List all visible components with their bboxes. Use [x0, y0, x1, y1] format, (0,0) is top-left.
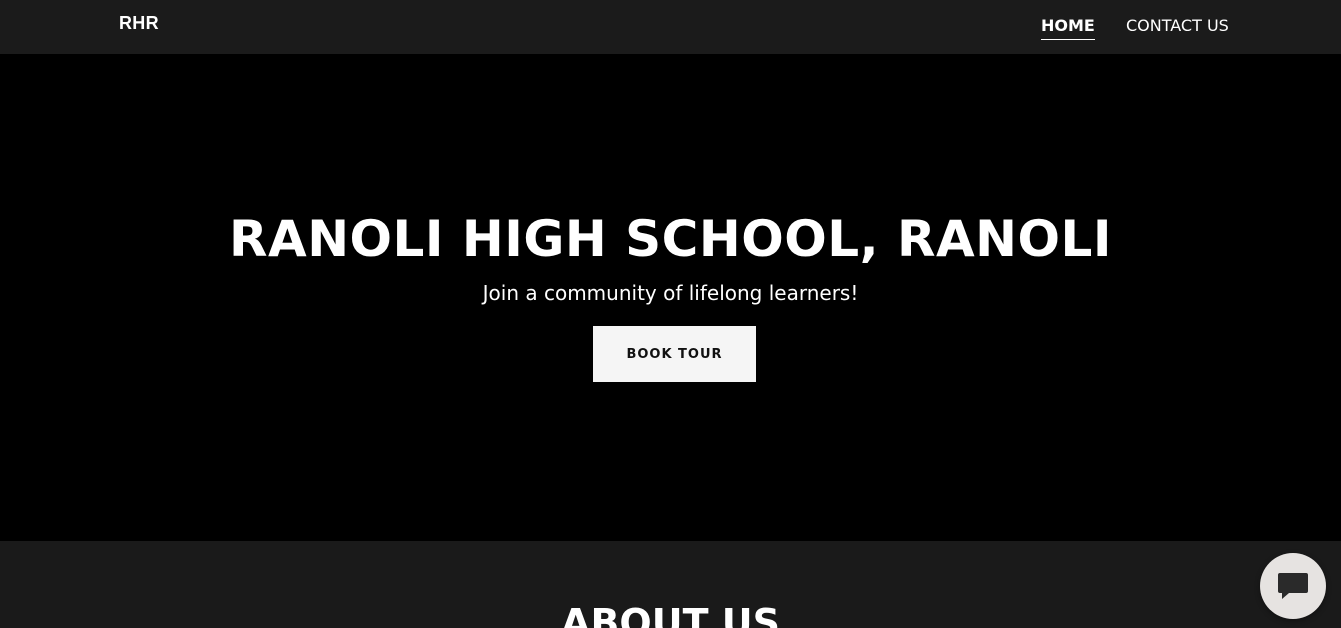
chat-bubble-icon [1278, 573, 1308, 599]
site-logo[interactable]: RHR [119, 13, 159, 34]
nav-link-home[interactable]: HOME [1041, 16, 1095, 40]
hero-section: RANOLI HIGH SCHOOL, RANOLI Join a commun… [0, 54, 1341, 541]
hero-title: RANOLI HIGH SCHOOL, RANOLI [229, 210, 1112, 268]
nav-link-contact-us[interactable]: CONTACT US [1126, 16, 1229, 35]
top-nav: RHR HOME CONTACT US [0, 0, 1341, 54]
chat-button[interactable] [1260, 553, 1326, 619]
book-tour-button[interactable]: BOOK TOUR [593, 326, 756, 382]
hero-subtitle: Join a community of lifelong learners! [482, 281, 859, 305]
about-section: ABOUT US [0, 541, 1341, 628]
about-title: ABOUT US [561, 601, 780, 628]
